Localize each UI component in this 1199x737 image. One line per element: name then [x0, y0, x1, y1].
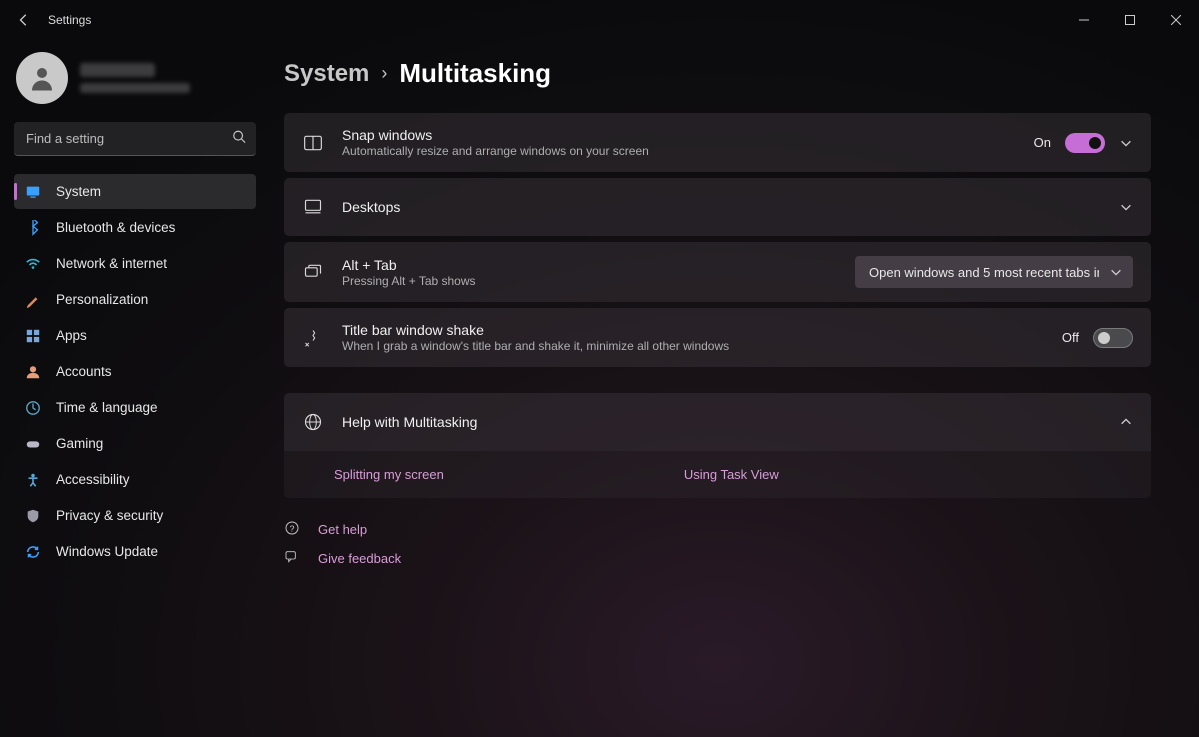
sidebar-item-apps[interactable]: Apps [14, 318, 256, 353]
user-profile[interactable] [14, 50, 256, 118]
toggle-label: Off [1062, 330, 1079, 345]
desktops-icon [302, 196, 324, 218]
sidebar-item-label: Gaming [56, 436, 103, 451]
alt-tab-dropdown[interactable]: Open windows and 5 most recent tabs in M [855, 256, 1133, 288]
window-controls [1061, 4, 1199, 36]
card-title: Help with Multitasking [342, 414, 1101, 430]
maximize-button[interactable] [1107, 4, 1153, 36]
sidebar-item-gaming[interactable]: Gaming [14, 426, 256, 461]
chevron-up-icon[interactable] [1119, 415, 1133, 429]
help-links: Splitting my screen Using Task View [284, 451, 1151, 498]
breadcrumb: System › Multitasking [284, 58, 1151, 89]
sidebar-item-time-language[interactable]: Time & language [14, 390, 256, 425]
sidebar-item-label: Accounts [56, 364, 112, 379]
sidebar: System Bluetooth & devices Network & inter… [0, 40, 268, 737]
window-shake-icon [302, 327, 324, 349]
bluetooth-icon [24, 219, 42, 237]
sidebar-item-network-internet[interactable]: Network & internet [14, 246, 256, 281]
window-stack-icon [302, 261, 324, 283]
brush-icon [24, 291, 42, 309]
card-title: Title bar window shake [342, 322, 1044, 338]
sidebar-item-label: System [56, 184, 101, 199]
card-description: Automatically resize and arrange windows… [342, 144, 1016, 158]
get-help-link[interactable]: ? Get help [284, 520, 1151, 539]
sidebar-item-windows-update[interactable]: Windows Update [14, 534, 256, 569]
sidebar-item-label: Bluetooth & devices [56, 220, 175, 235]
snap-windows-card[interactable]: Snap windows Automatically resize and ar… [284, 113, 1151, 172]
snap-layout-icon [302, 132, 324, 154]
app-title: Settings [48, 13, 91, 27]
search-icon [232, 130, 246, 149]
sidebar-item-label: Network & internet [56, 256, 167, 271]
page-title: Multitasking [399, 58, 551, 89]
close-button[interactable] [1153, 4, 1199, 36]
chevron-down-icon [1109, 265, 1123, 279]
globe-clock-icon [24, 399, 42, 417]
breadcrumb-parent[interactable]: System [284, 60, 369, 88]
profile-text [80, 63, 190, 93]
card-title: Alt + Tab [342, 257, 837, 273]
display-icon [24, 183, 42, 201]
wifi-icon [24, 255, 42, 273]
dropdown-value: Open windows and 5 most recent tabs in M [869, 265, 1099, 280]
toggle-label: On [1034, 135, 1051, 150]
feedback-icon [284, 549, 302, 568]
sidebar-item-label: Time & language [56, 400, 158, 415]
nav-list: System Bluetooth & devices Network & inter… [14, 174, 256, 569]
title-bar-shake-card[interactable]: Title bar window shake When I grab a win… [284, 308, 1151, 367]
sidebar-item-label: Apps [56, 328, 87, 343]
sidebar-item-privacy-security[interactable]: Privacy & security [14, 498, 256, 533]
help-header[interactable]: Help with Multitasking [284, 393, 1151, 451]
sidebar-item-label: Personalization [56, 292, 148, 307]
avatar [16, 52, 68, 104]
back-button[interactable] [16, 12, 32, 28]
minimize-button[interactable] [1061, 4, 1107, 36]
svg-text:?: ? [290, 523, 295, 533]
search-box[interactable] [14, 122, 256, 156]
card-title: Snap windows [342, 127, 1016, 143]
shield-icon [24, 507, 42, 525]
person-icon [24, 363, 42, 381]
help-link-split[interactable]: Splitting my screen [334, 467, 444, 482]
search-input[interactable] [14, 122, 256, 156]
sidebar-item-label: Accessibility [56, 472, 130, 487]
sidebar-item-accessibility[interactable]: Accessibility [14, 462, 256, 497]
card-description: Pressing Alt + Tab shows [342, 274, 837, 288]
chevron-down-icon[interactable] [1119, 136, 1133, 150]
help-icon: ? [284, 520, 302, 539]
alt-tab-card[interactable]: Alt + Tab Pressing Alt + Tab shows Open … [284, 242, 1151, 302]
accessibility-icon [24, 471, 42, 489]
apps-icon [24, 327, 42, 345]
sidebar-item-accounts[interactable]: Accounts [14, 354, 256, 389]
gamepad-icon [24, 435, 42, 453]
card-description: When I grab a window's title bar and sha… [342, 339, 1044, 353]
link-label: Get help [318, 522, 367, 537]
update-icon [24, 543, 42, 561]
desktops-card[interactable]: Desktops [284, 178, 1151, 236]
snap-toggle[interactable] [1065, 133, 1105, 153]
sidebar-item-label: Windows Update [56, 544, 158, 559]
sidebar-item-personalization[interactable]: Personalization [14, 282, 256, 317]
chevron-right-icon: › [381, 63, 387, 84]
give-feedback-link[interactable]: Give feedback [284, 549, 1151, 568]
globe-help-icon [302, 411, 324, 433]
help-link-taskview[interactable]: Using Task View [684, 467, 779, 482]
chevron-down-icon[interactable] [1119, 200, 1133, 214]
card-title: Desktops [342, 199, 1101, 215]
main-content: System › Multitasking Snap windows Autom… [268, 40, 1199, 737]
sidebar-item-bluetooth-devices[interactable]: Bluetooth & devices [14, 210, 256, 245]
sidebar-item-label: Privacy & security [56, 508, 163, 523]
link-label: Give feedback [318, 551, 401, 566]
sidebar-item-system[interactable]: System [14, 174, 256, 209]
titlebar: Settings [0, 0, 1199, 40]
shake-toggle[interactable] [1093, 328, 1133, 348]
